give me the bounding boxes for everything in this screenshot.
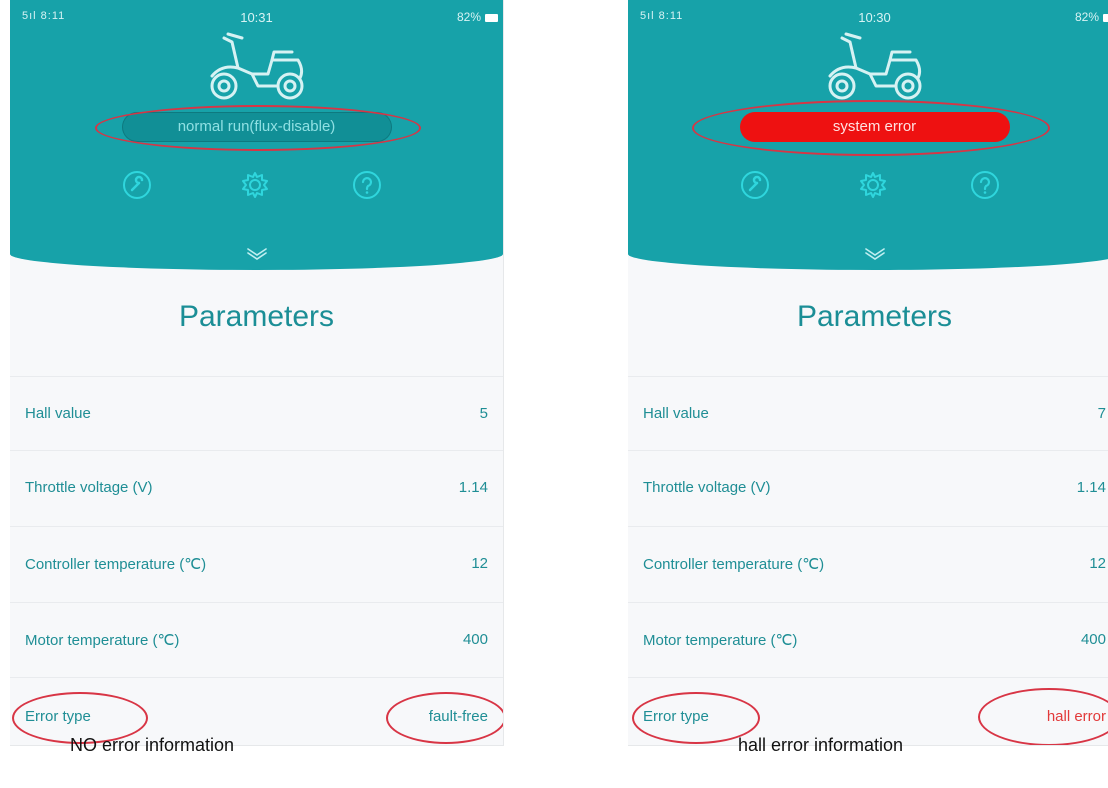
wrench-button[interactable] [740, 170, 770, 200]
wrench-button[interactable] [122, 170, 152, 200]
param-value: 400 [462, 631, 488, 648]
chevron-down-icon[interactable] [863, 246, 887, 260]
status-indicator: system error [739, 112, 1010, 142]
chevron-down-icon[interactable] [245, 246, 269, 260]
scooter-icon [828, 32, 921, 100]
param-label: Hall value [643, 405, 709, 422]
clock: 10:30 [858, 10, 891, 25]
battery-level: 82% [456, 10, 481, 24]
status-bar: 5ıl 8:11 10:30 82% [628, 8, 1108, 28]
wrench-icon [123, 171, 151, 199]
param-label: Throttle voltage (V) [643, 479, 771, 496]
gear-icon [242, 172, 268, 198]
status-bar: 5ıl 8:11 10:31 82% [10, 8, 503, 28]
gear-icon [860, 172, 886, 198]
param-row-hall: Hall value 7 [628, 376, 1108, 451]
battery-icon [485, 14, 498, 22]
param-row-motor-temp: Motor temperature (℃) 400 [10, 602, 503, 677]
param-row-controller-temp: Controller temperature (℃) 12 [10, 526, 503, 601]
param-row-throttle: Throttle voltage (V) 1.14 [10, 450, 503, 525]
header: 5ıl 8:11 10:31 82% normal run(flux-disab… [10, 0, 503, 270]
help-button[interactable] [970, 170, 1000, 200]
phone-screen-error: 5ıl 8:11 10:30 82% system error Paramete… [628, 0, 1108, 746]
param-label: Throttle voltage (V) [25, 479, 153, 496]
param-row-hall: Hall value 5 [10, 376, 503, 451]
clock: 10:31 [240, 10, 273, 25]
param-row-controller-temp: Controller temperature (℃) 12 [628, 526, 1108, 601]
header: 5ıl 8:11 10:30 82% system error [628, 0, 1108, 270]
caption-right: hall error information [738, 735, 904, 755]
help-icon [971, 171, 999, 199]
param-value: 7 [1097, 405, 1106, 422]
param-value: 1.14 [458, 479, 488, 496]
scooter-icon [210, 32, 303, 100]
help-icon [353, 171, 381, 199]
param-value: hall error [1046, 708, 1106, 725]
settings-button[interactable] [240, 170, 270, 200]
battery-level: 82% [1074, 10, 1099, 24]
section-title: Parameters [178, 300, 335, 333]
param-label: Controller temperature (℃) [25, 556, 207, 573]
param-value: 12 [1089, 555, 1106, 572]
help-button[interactable] [352, 170, 382, 200]
settings-button[interactable] [858, 170, 888, 200]
param-value: fault-free [428, 708, 488, 725]
param-row-motor-temp: Motor temperature (℃) 400 [628, 602, 1108, 677]
param-value: 400 [1080, 631, 1106, 648]
param-label: Controller temperature (℃) [643, 556, 825, 573]
param-row-throttle: Throttle voltage (V) 1.14 [628, 450, 1108, 525]
section-title: Parameters [796, 300, 953, 333]
param-label: Error type [643, 708, 709, 725]
param-value: 1.14 [1076, 479, 1106, 496]
caption-left: NO error information [70, 735, 235, 755]
status-indicator: normal run(flux-disable) [121, 112, 392, 142]
param-label: Motor temperature (℃) [643, 632, 798, 649]
param-label: Error type [25, 708, 91, 725]
param-value: 5 [479, 405, 488, 422]
param-label: Motor temperature (℃) [25, 632, 180, 649]
param-label: Hall value [25, 405, 91, 422]
battery-icon [1103, 14, 1108, 22]
phone-screen-normal: 5ıl 8:11 10:31 82% normal run(flux-disab… [10, 0, 504, 746]
wrench-icon [741, 171, 769, 199]
param-value: 12 [471, 555, 488, 572]
